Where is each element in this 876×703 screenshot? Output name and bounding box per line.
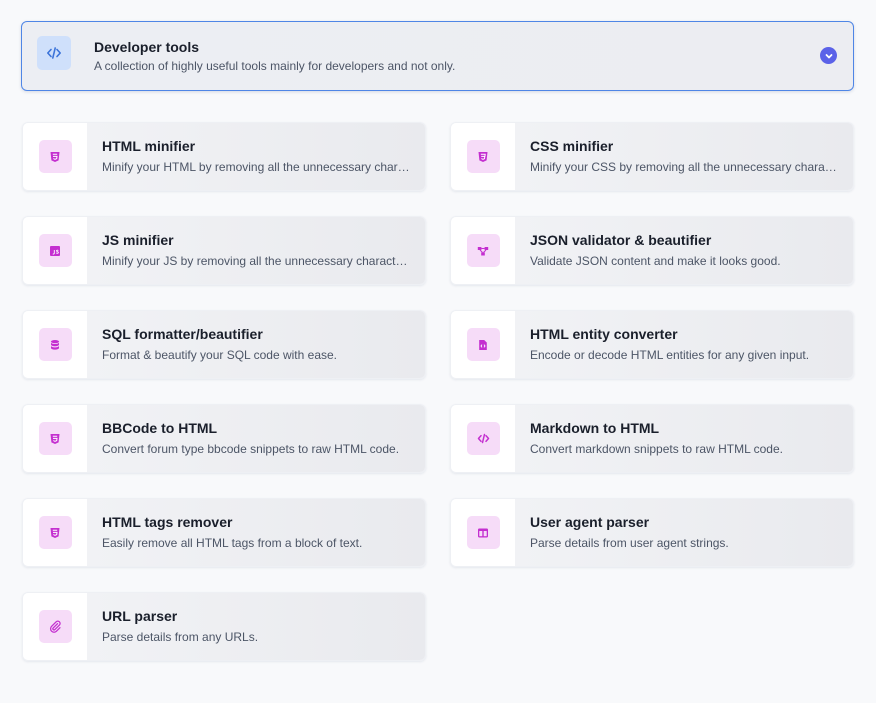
tool-card-html-tags-remover[interactable]: HTML tags remover Easily remove all HTML… (22, 498, 426, 567)
tool-card-sql-formatter[interactable]: SQL formatter/beautifier Format & beauti… (22, 310, 426, 379)
tool-description: Convert markdown snippets to raw HTML co… (530, 442, 783, 456)
tool-description: Parse details from user agent strings. (530, 536, 729, 550)
columns-icon (466, 516, 500, 549)
database-icon (38, 328, 72, 361)
tool-description: Validate JSON content and make it looks … (530, 254, 781, 268)
tool-title: URL parser (102, 608, 178, 624)
tool-card-bbcode-to-html[interactable]: BBCode to HTML Convert forum type bbcode… (22, 404, 426, 473)
tool-card-html-minifier[interactable]: HTML minifier Minify your HTML by removi… (22, 122, 426, 191)
tool-card-user-agent-parser[interactable]: User agent parser Parse details from use… (450, 498, 854, 567)
tool-description: Minify your JS by removing all the unnec… (102, 254, 411, 268)
tool-title: HTML tags remover (102, 514, 233, 530)
paperclip-icon (38, 610, 72, 643)
css3-icon (466, 140, 500, 173)
tool-card-json-validator[interactable]: JSON validator & beautifier Validate JSO… (450, 216, 854, 285)
code-icon (466, 422, 500, 455)
tool-title: Markdown to HTML (530, 420, 660, 436)
tool-title: CSS minifier (530, 138, 614, 154)
tool-card-url-parser[interactable]: URL parser Parse details from any URLs. (22, 592, 426, 661)
tool-title: JS minifier (102, 232, 174, 248)
developer-tools-header[interactable]: Developer tools A collection of highly u… (21, 21, 854, 91)
tool-title: HTML minifier (102, 138, 196, 154)
tool-description: Minify your HTML by removing all the unn… (102, 160, 411, 174)
tool-description: Convert forum type bbcode snippets to ra… (102, 442, 400, 456)
tool-description: Format & beautify your SQL code with eas… (102, 348, 338, 362)
tool-title: HTML entity converter (530, 326, 678, 342)
section-description: A collection of highly useful tools main… (94, 59, 456, 73)
html5-icon (38, 516, 72, 549)
code-icon (37, 36, 71, 70)
tool-card-js-minifier[interactable]: JS minifier Minify your JS by removing a… (22, 216, 426, 285)
tool-description: Easily remove all HTML tags from a block… (102, 536, 363, 550)
tool-title: JSON validator & beautifier (530, 232, 712, 248)
tool-description: Encode or decode HTML entities for any g… (530, 348, 810, 362)
js-icon (38, 234, 72, 267)
tool-card-html-entity-converter[interactable]: HTML entity converter Encode or decode H… (450, 310, 854, 379)
tool-title: SQL formatter/beautifier (102, 326, 263, 342)
tool-description: Minify your CSS by removing all the unne… (530, 160, 839, 174)
chevron-down-icon[interactable] (820, 47, 837, 64)
html5-icon (38, 422, 72, 455)
html5-icon (38, 140, 72, 173)
section-title: Developer tools (94, 39, 200, 55)
tool-card-markdown-to-html[interactable]: Markdown to HTML Convert markdown snippe… (450, 404, 854, 473)
tool-card-css-minifier[interactable]: CSS minifier Minify your CSS by removing… (450, 122, 854, 191)
tool-title: BBCode to HTML (102, 420, 218, 436)
tool-description: Parse details from any URLs. (102, 630, 259, 644)
diagram-icon (466, 234, 500, 267)
file-code-icon (466, 328, 500, 361)
tool-title: User agent parser (530, 514, 650, 530)
